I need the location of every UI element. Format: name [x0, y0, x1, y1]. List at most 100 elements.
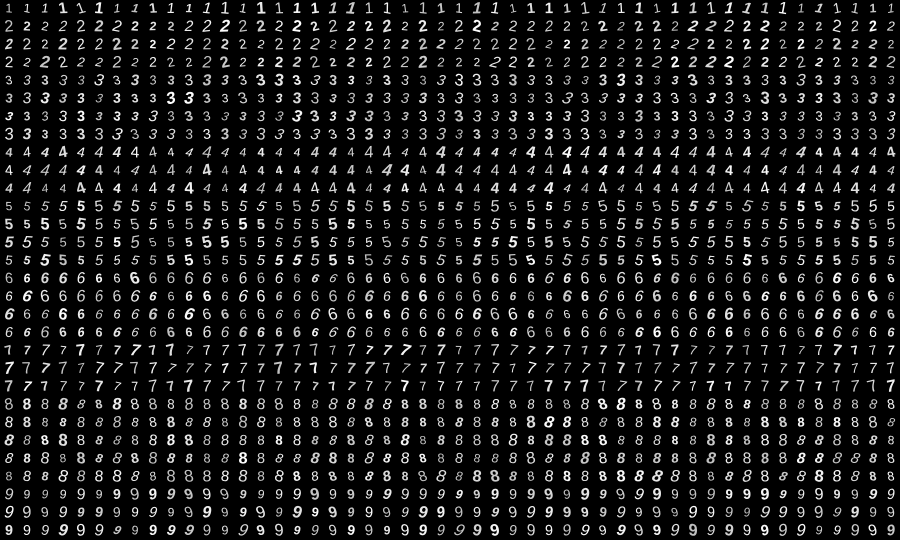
digit-cell: 6 [323, 270, 343, 287]
digit-cell: 3 [522, 71, 540, 91]
digit-cell: 9 [108, 503, 126, 523]
digit-cell: 3 [829, 72, 844, 90]
digit-cell: 8 [630, 413, 648, 433]
digit-cell: 9 [323, 522, 344, 540]
digit-cell: 5 [341, 216, 360, 234]
digit-cell: 3 [650, 127, 665, 143]
digit-cell: 3 [538, 72, 560, 90]
digit-cell: 1 [793, 1, 809, 17]
digit-cell: 8 [343, 450, 359, 467]
digit-cell: 9 [286, 501, 309, 525]
digit-cell: 8 [559, 450, 575, 467]
digit-cell: 4 [324, 162, 342, 179]
digit-cell: 9 [91, 487, 107, 503]
digit-cell: 6 [649, 307, 665, 324]
digit-cell: 8 [828, 414, 845, 431]
digit-cell: 7 [361, 342, 378, 360]
digit-cell: 6 [123, 286, 146, 308]
digit-cell: 5 [234, 234, 252, 251]
digit-cell: 5 [433, 216, 449, 234]
digit-cell: 9 [846, 486, 864, 504]
digit-cell: 6 [360, 306, 379, 324]
digit-cell: 4 [109, 163, 125, 179]
digit-cell: 3 [234, 108, 252, 126]
digit-cell: 8 [557, 413, 576, 433]
digit-cell: 9 [504, 486, 522, 504]
digit-cell: 7 [755, 342, 775, 360]
digit-cell: 8 [519, 447, 542, 471]
digit-cell: 2 [397, 19, 413, 35]
digit-cell: 1 [359, 0, 379, 19]
digit-cell: 1 [485, 0, 505, 20]
digit-cell: 5 [865, 252, 881, 270]
digit-cell: 8 [864, 450, 882, 469]
digit-cell: 8 [395, 449, 415, 468]
digit-cell: 2 [72, 55, 89, 72]
digit-cell: 2 [557, 19, 576, 36]
digit-cell: 9 [504, 522, 522, 540]
digit-cell: 3 [611, 89, 630, 108]
digit-cell: 8 [271, 432, 287, 450]
digit-cell: 7 [737, 342, 758, 361]
digit-cell: 4 [754, 143, 776, 163]
digit-cell: 4 [449, 144, 469, 162]
digit-cell: 2 [37, 18, 52, 36]
digit-cell: 4 [881, 180, 900, 199]
digit-cell: 8 [90, 432, 107, 450]
digit-cell: 8 [323, 448, 343, 470]
digit-cell: 6 [501, 303, 526, 328]
digit-cell: 3 [179, 126, 198, 143]
digit-cell: 8 [251, 412, 271, 434]
digit-cell: 5 [144, 198, 161, 216]
digit-cell: 7 [159, 339, 183, 363]
digit-cell: 2 [486, 19, 503, 35]
digit-cell: 1 [865, 1, 880, 17]
digit-cell: 3 [595, 109, 611, 126]
digit-cell: 6 [540, 325, 559, 342]
digit-cell: 5 [792, 216, 810, 235]
digit-cell: 3 [362, 73, 377, 89]
digit-cell: 7 [450, 378, 468, 397]
digit-cell: 4 [143, 179, 162, 200]
digit-cell: 3 [648, 109, 667, 125]
digit-cell: 7 [323, 342, 342, 359]
digit-cell: 9 [127, 523, 143, 540]
digit-cell: 9 [107, 522, 127, 539]
digit-cell: 1 [432, 0, 450, 19]
digit-cell: 5 [90, 251, 108, 270]
digit-cell: 8 [233, 432, 253, 450]
digit-cell: 2 [756, 34, 774, 55]
digit-cell: 6 [109, 307, 125, 322]
digit-cell: 8 [359, 468, 379, 487]
digit-cell: 8 [702, 414, 721, 433]
digit-cell: 5 [53, 198, 72, 216]
digit-cell: 8 [450, 449, 467, 469]
digit-cell: 5 [883, 198, 900, 215]
digit-cell: 6 [289, 270, 305, 288]
digit-cell: 9 [720, 486, 737, 505]
digit-cell: 7 [593, 359, 614, 378]
digit-cell: 5 [863, 233, 883, 253]
digit-cell: 4 [271, 180, 287, 199]
digit-cell: 4 [307, 163, 323, 179]
digit-cell: 8 [17, 467, 38, 487]
digit-cell: 3 [324, 71, 342, 91]
digit-cell: 4 [468, 161, 485, 181]
digit-cell: 6 [18, 325, 35, 340]
digit-cell: 8 [720, 414, 738, 432]
digit-cell: 3 [629, 71, 649, 92]
digit-cell: 6 [88, 306, 109, 324]
digit-cell: 6 [739, 325, 755, 341]
digit-cell: 8 [450, 396, 469, 415]
digit-cell: 9 [791, 520, 812, 540]
digit-cell: 9 [829, 486, 845, 504]
digit-cell: 9 [307, 504, 323, 522]
digit-cell: 3 [884, 74, 899, 89]
digit-cell: 7 [109, 378, 126, 395]
digit-cell: 5 [809, 198, 830, 216]
digit-cell: 3 [576, 72, 595, 89]
digit-cell: 6 [629, 269, 650, 289]
digit-cell: 6 [881, 271, 900, 287]
digit-cell: 7 [720, 378, 739, 395]
digit-cell: 9 [359, 521, 379, 540]
